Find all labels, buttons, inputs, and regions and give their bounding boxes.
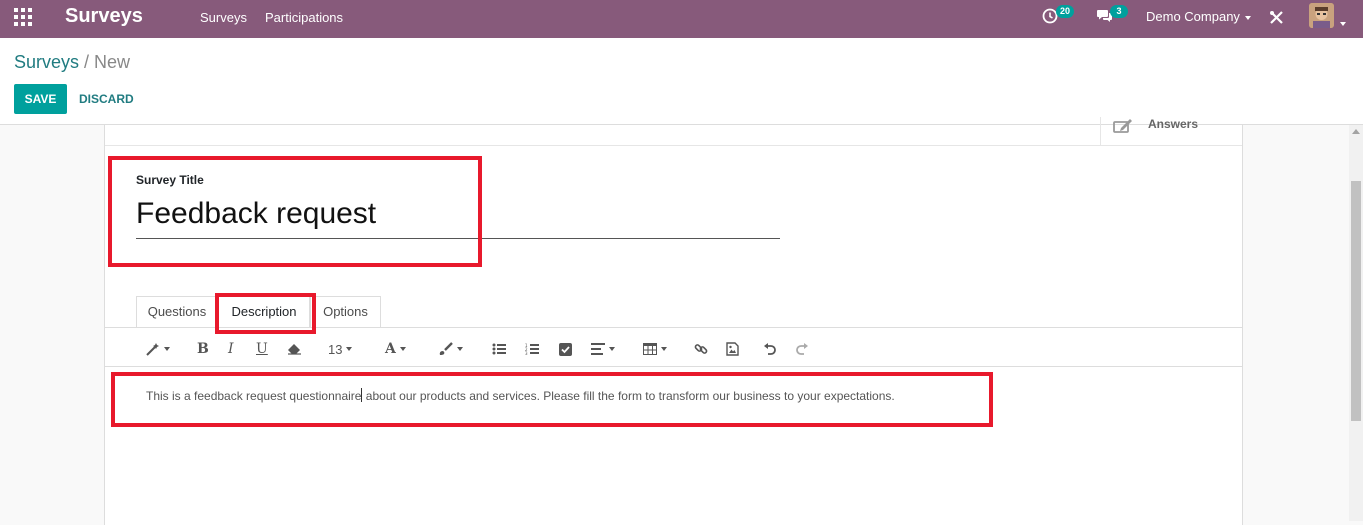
control-panel: Surveys / New SAVE DISCARD <box>0 38 1363 125</box>
survey-title-label: Survey Title <box>136 173 204 187</box>
breadcrumb-separator: / <box>84 52 90 72</box>
tab-questions[interactable]: Questions <box>136 296 218 328</box>
description-text-start: This is a feedback request questionnaire <box>146 389 362 403</box>
redo-icon[interactable] <box>795 340 809 358</box>
style-magic-icon[interactable] <box>146 340 170 358</box>
undo-icon[interactable] <box>763 340 777 358</box>
breadcrumb: Surveys / New <box>14 52 130 73</box>
edit-icon <box>1113 119 1133 138</box>
checklist-icon[interactable] <box>559 340 572 358</box>
paragraph-align-icon[interactable] <box>591 340 615 358</box>
chevron-down-icon[interactable] <box>1340 15 1346 33</box>
button-box: Answers <box>105 117 1242 146</box>
save-button[interactable]: SAVE <box>14 84 67 114</box>
page-scrollbar[interactable] <box>1349 125 1363 521</box>
breadcrumb-surveys[interactable]: Surveys <box>14 52 79 72</box>
avatar[interactable] <box>1309 3 1334 28</box>
paint-brush-icon[interactable] <box>438 340 463 358</box>
link-icon[interactable] <box>694 340 708 358</box>
scroll-up-icon[interactable] <box>1352 129 1360 134</box>
description-text-end: about our products and services. Please … <box>362 389 895 403</box>
svg-text:3: 3 <box>525 351 528 356</box>
answers-stat-button[interactable]: Answers <box>1100 117 1242 146</box>
eraser-icon[interactable] <box>287 340 302 358</box>
image-icon[interactable] <box>726 340 739 358</box>
survey-title-input[interactable]: Feedback request <box>136 195 780 239</box>
description-editor[interactable]: This is a feedback request questionnaire… <box>146 388 895 403</box>
breadcrumb-current: New <box>94 52 131 72</box>
scrollbar-thumb[interactable] <box>1351 181 1361 421</box>
discard-button[interactable]: DISCARD <box>79 92 134 106</box>
numbered-list-icon[interactable]: 123 <box>525 340 539 358</box>
font-color-icon[interactable]: A <box>385 340 406 358</box>
menu-participations[interactable]: Participations <box>265 10 343 25</box>
tab-options[interactable]: Options <box>310 296 381 328</box>
messages-badge: 3 <box>1110 5 1128 18</box>
chevron-down-icon <box>1244 15 1251 20</box>
editor-toolbar: B I U 13 A 123 <box>105 328 1242 367</box>
answers-label: Answers <box>1148 117 1199 131</box>
activity-badge: 20 <box>1056 5 1075 18</box>
top-navbar: Surveys Surveys Participations 20 3 Demo… <box>0 0 1363 38</box>
company-switcher[interactable]: Demo Company <box>1146 9 1251 24</box>
italic-icon[interactable]: I <box>228 340 234 358</box>
underline-icon[interactable]: U <box>256 340 268 358</box>
form-sheet: Answers Survey Title Feedback request Qu… <box>104 117 1243 525</box>
font-size-dropdown[interactable]: 13 <box>328 340 353 358</box>
company-name: Demo Company <box>1146 9 1240 24</box>
tab-description[interactable]: Description <box>218 296 310 328</box>
bullet-list-icon[interactable] <box>492 340 506 358</box>
debug-tools-icon[interactable] <box>1269 10 1284 30</box>
grid-icon[interactable] <box>14 8 32 26</box>
menu-surveys[interactable]: Surveys <box>200 10 247 25</box>
bold-icon[interactable]: B <box>197 340 209 358</box>
table-icon[interactable] <box>643 340 667 358</box>
app-name[interactable]: Surveys <box>65 5 143 28</box>
font-size-value: 13 <box>328 341 343 357</box>
